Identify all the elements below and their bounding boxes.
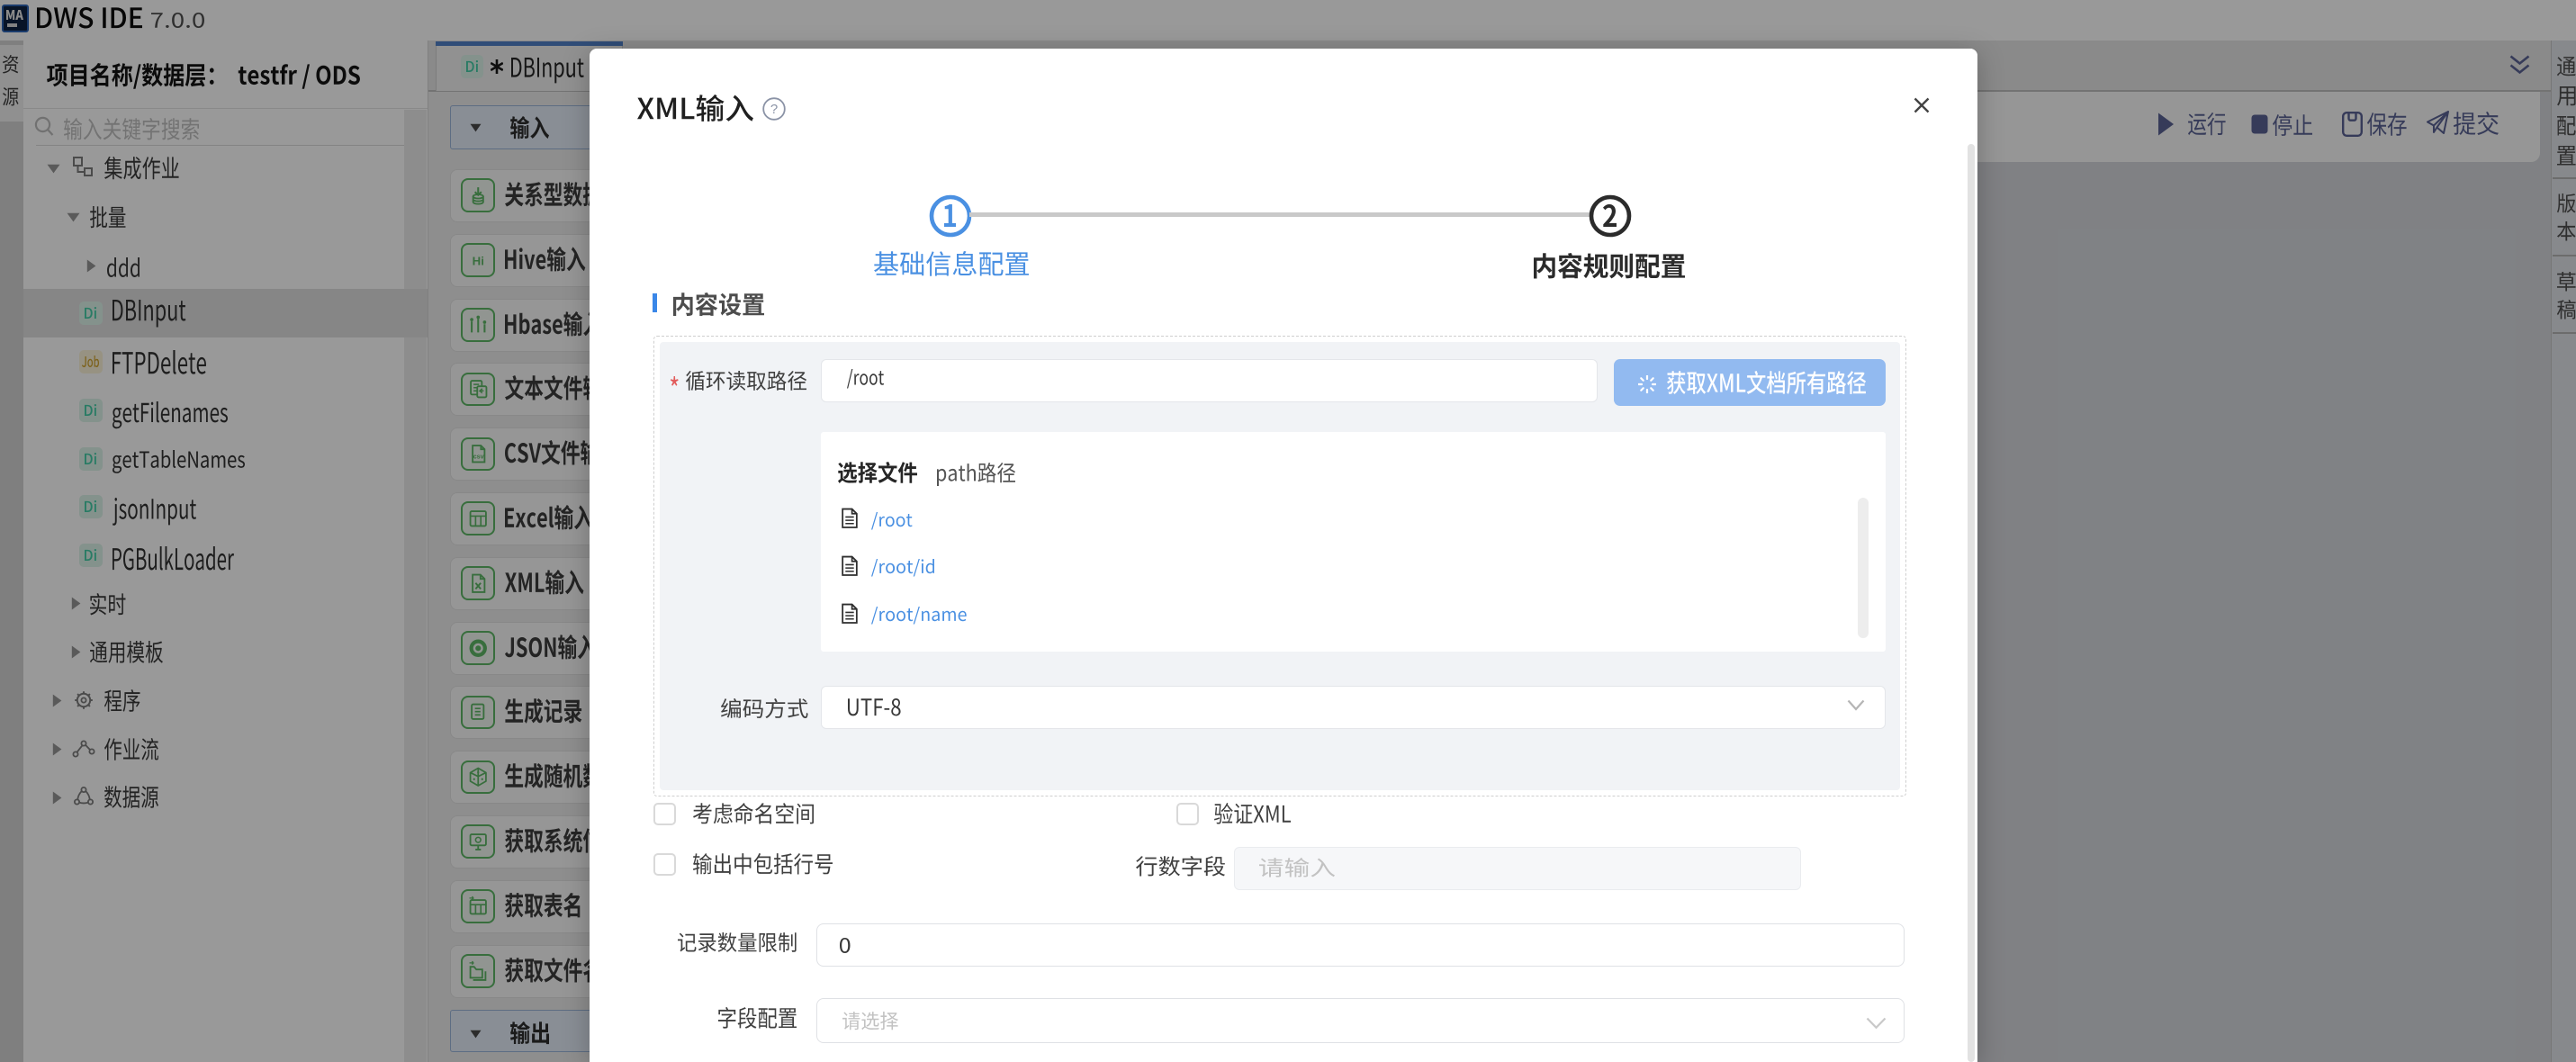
svg-text:?: ?	[770, 102, 778, 117]
